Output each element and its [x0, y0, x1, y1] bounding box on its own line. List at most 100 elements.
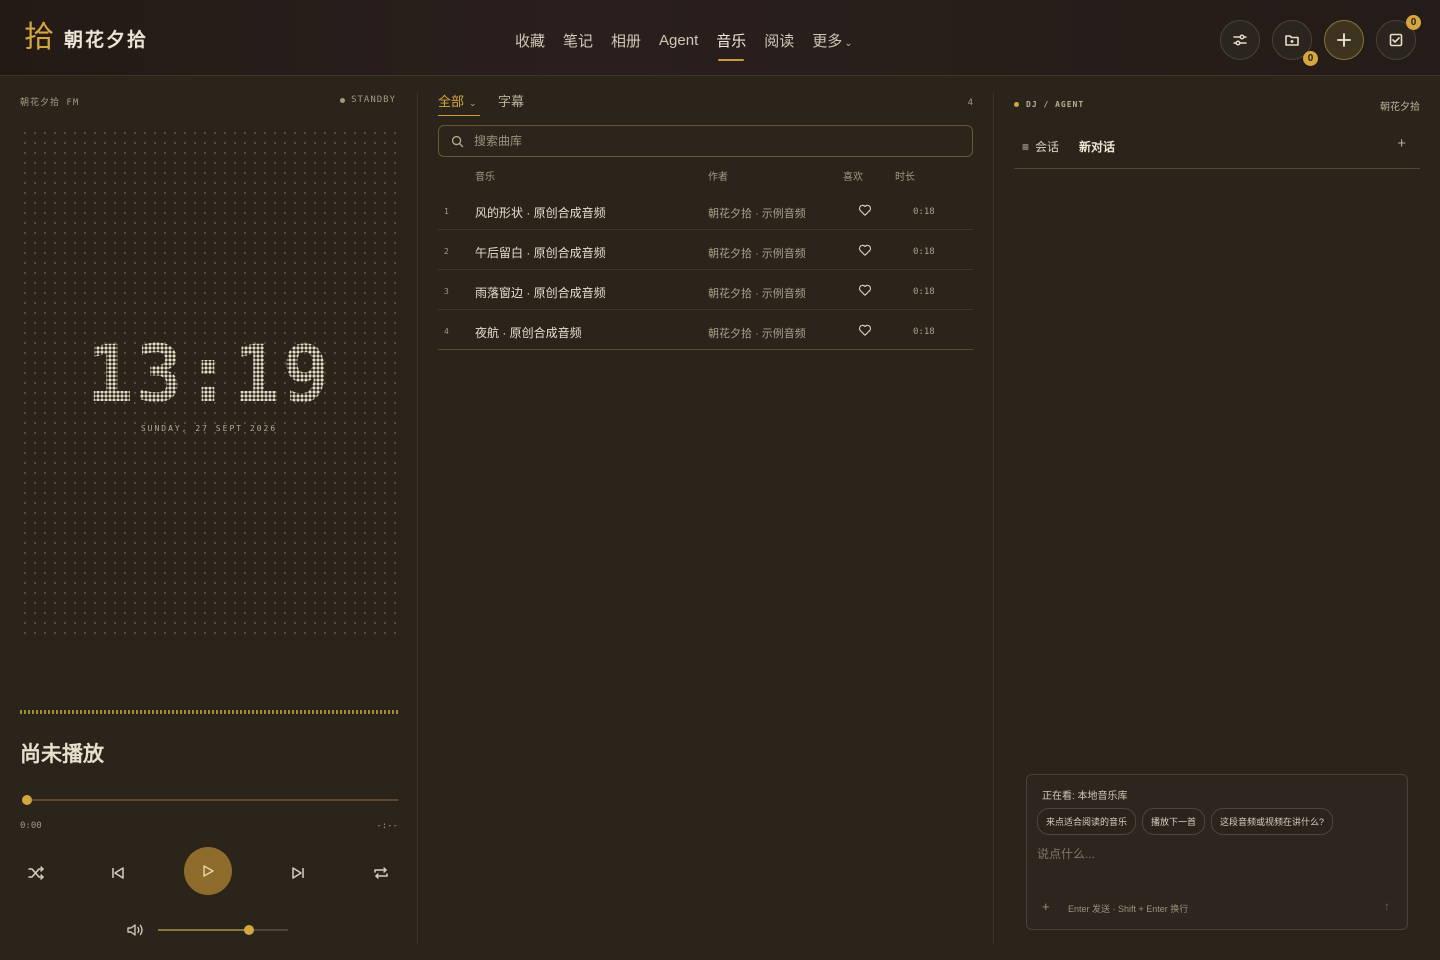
nav-albums[interactable]: 相册: [611, 30, 641, 51]
suggestion-chip[interactable]: 播放下一首: [1142, 808, 1206, 835]
track-index: 4: [444, 327, 449, 336]
nav-notes[interactable]: 笔记: [563, 30, 593, 51]
skip-back-icon: [112, 867, 124, 879]
agent-label: DJ / AGENT: [1014, 100, 1084, 109]
track-row[interactable]: 3 雨落窗边 · 原创合成音频 朝花夕拾 · 示例音频 0:18: [438, 270, 973, 310]
clock-date: SUNDAY, 27 SEPT 2026: [140, 424, 278, 433]
agent-status-dot: [1014, 102, 1019, 107]
volume-handle[interactable]: [244, 925, 254, 935]
new-session-button[interactable]: +: [1397, 135, 1406, 152]
chat-input[interactable]: [1037, 843, 1397, 865]
panel-divider-left: [417, 92, 418, 944]
track-count: 4: [967, 98, 973, 108]
status-text: STANDBY: [351, 95, 396, 105]
shuffle-icon: [28, 866, 44, 880]
search-input[interactable]: [474, 134, 954, 148]
repeat-button[interactable]: [370, 862, 392, 884]
agent-label-text: DJ / AGENT: [1026, 100, 1085, 109]
top-header: 拾 朝花夕拾 收藏 笔记 相册 Agent 音乐 阅读 更多 ⌄ 0 0: [0, 0, 1440, 76]
column-header-music: 音乐: [475, 172, 495, 183]
heart-icon[interactable]: [858, 243, 872, 257]
play-icon: [203, 865, 214, 877]
folder-icon: [1285, 35, 1299, 46]
track-author: 朝花夕拾 · 示例音频: [708, 248, 806, 260]
tasks-button[interactable]: 0: [1376, 15, 1421, 60]
brand-name: 朝花夕拾: [64, 29, 149, 51]
progress-track[interactable]: [26, 799, 398, 801]
track-duration: 0:18: [913, 327, 935, 337]
session-menu-label: 会话: [1035, 140, 1060, 154]
nav-more[interactable]: 更多 ⌄: [812, 30, 852, 51]
tasks-count-badge: 0: [1406, 15, 1421, 30]
play-button[interactable]: [184, 847, 232, 895]
station-label: 朝花夕拾 FM: [20, 98, 80, 108]
nav-music[interactable]: 音乐: [716, 30, 746, 61]
nav-favorites[interactable]: 收藏: [515, 30, 545, 51]
active-tab-indicator: [438, 115, 480, 116]
clock-time: 13:19: [20, 330, 398, 420]
suggestion-chip[interactable]: 来点适合阅读的音乐: [1037, 808, 1137, 835]
heart-icon[interactable]: [858, 283, 872, 297]
suggestion-chip[interactable]: 这段音频或视频在讲什么?: [1211, 808, 1334, 835]
heart-icon[interactable]: [858, 323, 872, 337]
track-author: 朝花夕拾 · 示例音频: [708, 208, 806, 220]
session-bar: ≡ 会话 新对话 +: [1014, 128, 1420, 169]
folder-button[interactable]: 0: [1272, 20, 1318, 66]
shuffle-button[interactable]: [25, 862, 47, 884]
nav-reading[interactable]: 阅读: [764, 30, 794, 51]
session-menu-button[interactable]: ≡ 会话: [1022, 138, 1059, 155]
track-duration: 0:18: [913, 287, 935, 297]
send-button[interactable]: ↑: [1384, 899, 1390, 913]
track-author: 朝花夕拾 · 示例音频: [708, 328, 806, 340]
volume-slider[interactable]: [158, 929, 288, 931]
progress-handle[interactable]: [22, 795, 32, 805]
previous-button[interactable]: [107, 862, 129, 884]
logo[interactable]: 拾 朝花夕拾: [24, 22, 148, 54]
track-row[interactable]: 1 风的形状 · 原创合成音频 朝花夕拾 · 示例音频 0:18: [438, 190, 973, 230]
track-index: 2: [444, 247, 449, 256]
column-header-duration: 时长: [895, 172, 915, 183]
plus-icon: [1337, 33, 1351, 47]
menu-icon: ≡: [1022, 139, 1030, 154]
track-author: 朝花夕拾 · 示例音频: [708, 288, 806, 300]
track-title: 雨落窗边 · 原创合成音频: [475, 286, 606, 300]
chevron-down-icon: ⌄: [844, 38, 853, 49]
library-search: [438, 125, 973, 157]
track-title: 午后留白 · 原创合成音频: [475, 246, 606, 260]
status-indicator: STANDBY: [340, 95, 396, 105]
column-header-author: 作者: [708, 172, 728, 183]
skip-forward-icon: [292, 867, 304, 879]
track-title: 夜航 · 原创合成音频: [475, 326, 582, 340]
track-row[interactable]: 4 夜航 · 原创合成音频 朝花夕拾 · 示例音频 0:18: [438, 310, 973, 350]
tab-all-label: 全部: [438, 94, 465, 109]
agent-brand: 朝花夕拾: [1380, 102, 1420, 113]
dj-agent-panel: DJ / AGENT 朝花夕拾 ≡ 会话 新对话 + 正在看: 本地音乐库 来点…: [1014, 88, 1420, 948]
track-duration: 0:18: [913, 247, 935, 257]
session-title: 新对话: [1079, 140, 1116, 154]
settings-sliders-button[interactable]: [1220, 20, 1260, 60]
volume-fill: [158, 929, 249, 931]
main-nav: 收藏 笔记 相册 Agent 音乐 阅读 更多 ⌄: [515, 30, 853, 61]
logo-mark: 拾: [24, 20, 54, 55]
folder-count-badge: 0: [1303, 51, 1318, 66]
player-panel: 朝花夕拾 FM STANDBY 13:19 SUNDAY, 27 SEPT 20…: [20, 90, 398, 950]
tab-subtitles[interactable]: 字幕: [498, 91, 524, 110]
heart-icon[interactable]: [858, 203, 872, 217]
nav-agent[interactable]: Agent: [659, 32, 698, 49]
check-square-icon: [1389, 33, 1403, 47]
track-row[interactable]: 2 午后留白 · 原创合成音频 朝花夕拾 · 示例音频 0:18: [438, 230, 973, 270]
repeat-icon: [374, 867, 388, 879]
time-current: 0:00: [20, 821, 42, 831]
track-index: 1: [444, 207, 449, 216]
add-button[interactable]: [1324, 20, 1364, 60]
volume-icon[interactable]: [126, 921, 144, 939]
chat-composer: 正在看: 本地音乐库 来点适合阅读的音乐 播放下一首 这段音频或视频在讲什么? …: [1026, 774, 1408, 930]
column-header-like: 喜欢: [843, 172, 863, 183]
music-library: 全部 ⌄ 字幕 4 音乐 作者 喜欢 时长 1 风的形状 · 原创合成音频 朝花夕…: [438, 88, 973, 948]
suggestion-chips: 来点适合阅读的音乐 播放下一首 这段音频或视频在讲什么?: [1037, 808, 1334, 835]
nav-more-label: 更多: [812, 33, 843, 50]
next-button[interactable]: [287, 862, 309, 884]
tab-all[interactable]: 全部 ⌄: [438, 91, 477, 110]
chevron-down-icon: ⌄: [469, 98, 477, 108]
attach-button[interactable]: +: [1042, 899, 1050, 914]
